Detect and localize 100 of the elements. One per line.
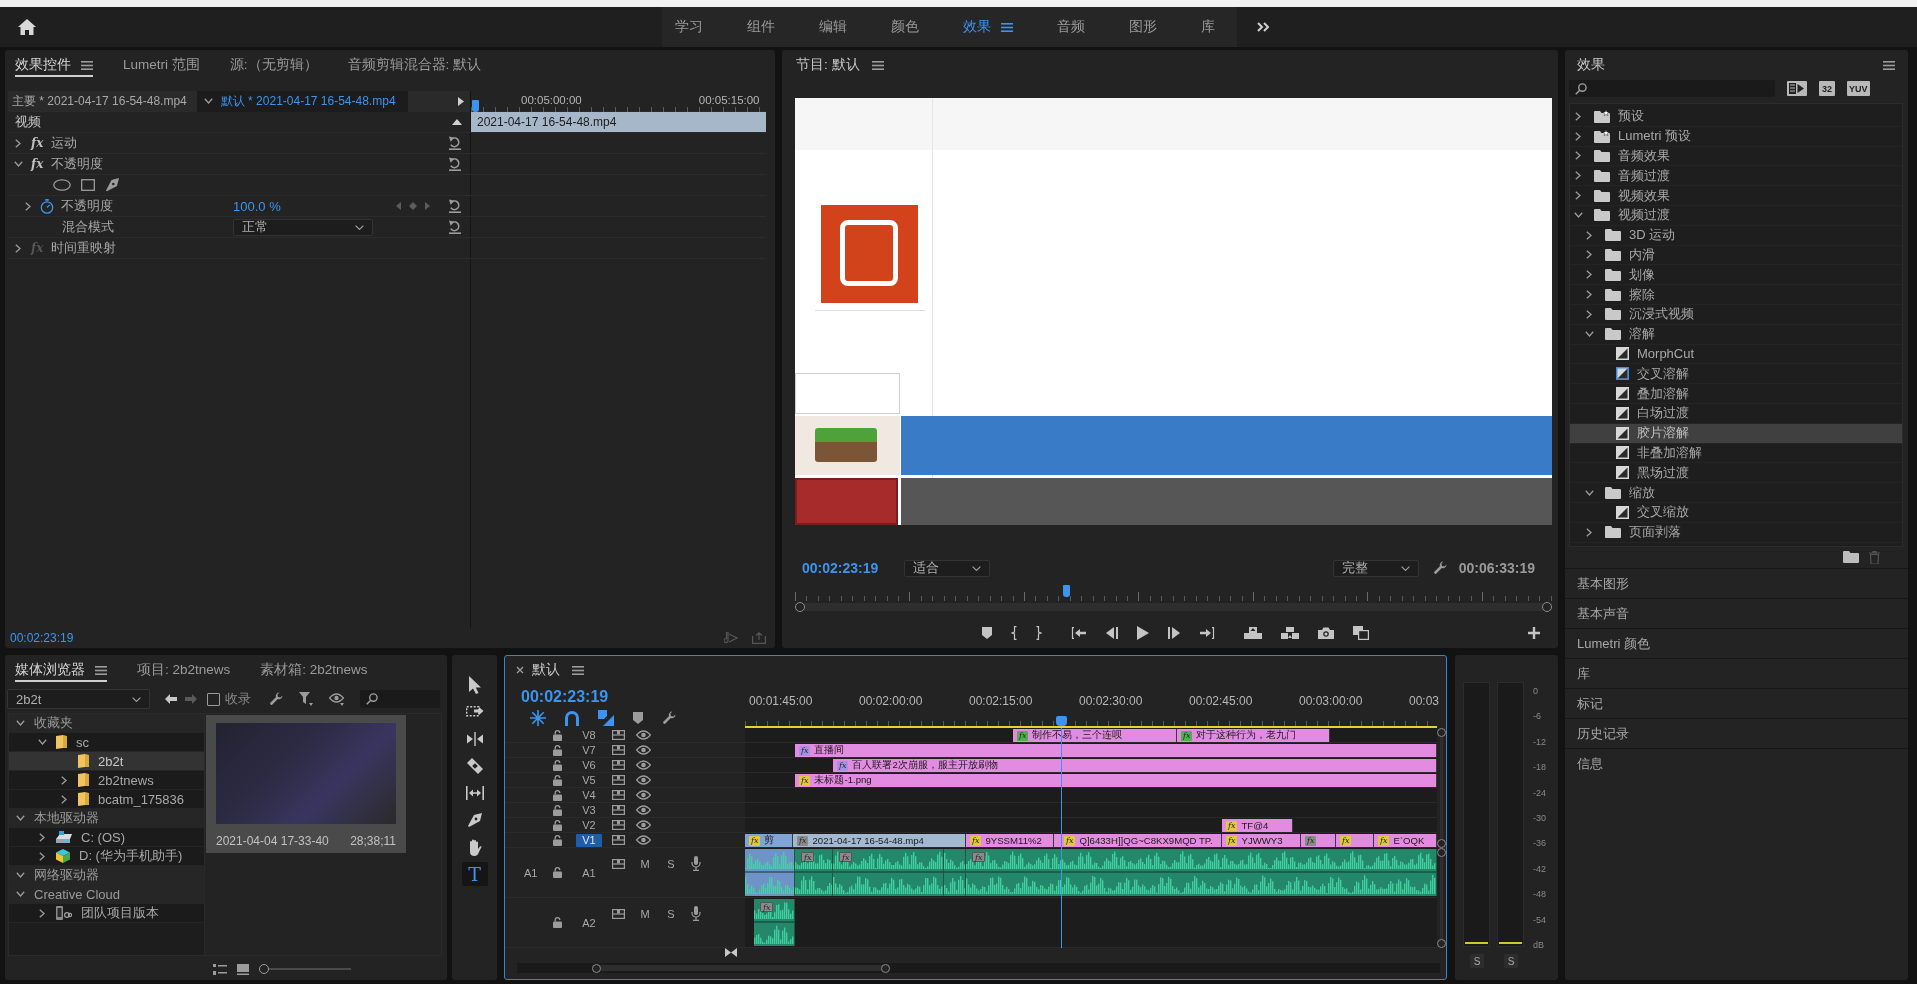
caret-down-icon[interactable] xyxy=(13,161,23,167)
panel-title[interactable]: 效果 xyxy=(1577,56,1605,74)
split-box-icon[interactable] xyxy=(612,775,625,785)
track-label[interactable]: A1 xyxy=(576,866,602,879)
eye-icon[interactable] xyxy=(329,692,344,706)
menu-icon[interactable] xyxy=(1001,22,1013,32)
video-clip[interactable]: fx YJWWY3 xyxy=(1222,834,1301,847)
source-patch[interactable]: A1 xyxy=(505,866,551,879)
caret-right-icon[interactable] xyxy=(1586,230,1592,240)
play-icon[interactable] xyxy=(1137,626,1149,640)
icon-view-icon[interactable] xyxy=(237,963,249,975)
effect-folder[interactable]: Lumetri 预设 xyxy=(1570,126,1902,147)
panel-tab[interactable]: 媒体浏览器 xyxy=(15,658,107,682)
marker-icon[interactable] xyxy=(982,627,992,639)
workspace-tab[interactable]: 颜色 xyxy=(878,7,932,47)
audio-clip[interactable]: fx xyxy=(754,899,795,946)
caret-right-icon[interactable] xyxy=(25,201,31,211)
fx-toggle[interactable]: fx xyxy=(31,136,44,150)
panel-tab[interactable]: 效果控件 xyxy=(15,53,93,77)
asterisk-icon[interactable] xyxy=(530,710,546,726)
transition-item[interactable]: 白场过渡 xyxy=(1570,403,1902,424)
video-clip[interactable]: fx E`OQK xyxy=(1374,834,1437,847)
magnet-icon[interactable] xyxy=(565,710,579,726)
lock-icon[interactable] xyxy=(553,789,562,801)
panel-header[interactable]: 历史记录 xyxy=(1565,718,1908,748)
panel-header[interactable]: 信息 xyxy=(1565,748,1908,778)
audio-clip[interactable] xyxy=(745,849,795,896)
lock-icon[interactable] xyxy=(553,729,562,741)
lock-icon[interactable] xyxy=(553,834,562,846)
camera-icon[interactable] xyxy=(1318,627,1334,639)
caret-right-icon[interactable] xyxy=(1575,151,1581,161)
transition-item[interactable]: 交叉溶解 xyxy=(1570,364,1902,385)
caret-right-icon[interactable] xyxy=(61,794,67,804)
effect-folder[interactable]: 擦除 xyxy=(1570,285,1902,305)
quality-dropdown[interactable]: 完整 xyxy=(1332,559,1419,577)
caret-down-icon[interactable] xyxy=(15,815,25,821)
rectangle-mask-icon[interactable] xyxy=(81,179,95,191)
new-bin-icon[interactable] xyxy=(1843,551,1859,563)
search-field[interactable] xyxy=(360,690,440,708)
effect-folder[interactable]: 音频效果 xyxy=(1570,146,1902,167)
workspace-tab[interactable]: 效果 xyxy=(950,7,1026,47)
wrench-icon[interactable] xyxy=(269,692,283,706)
video-clip[interactable]: fx 9YSSM11%2 xyxy=(966,834,1054,847)
split-box-icon[interactable] xyxy=(612,790,625,800)
caret-right-icon[interactable] xyxy=(1586,290,1592,300)
sequence-clip-dropdown[interactable]: 默认 * 2021-04-17 16-54-48.mp4 xyxy=(196,90,408,112)
track-label[interactable]: V4 xyxy=(576,788,602,802)
mark-in-icon[interactable] xyxy=(1011,626,1017,640)
microphone-icon[interactable] xyxy=(691,856,701,871)
panel-title[interactable]: 节目: 默认 xyxy=(796,56,860,74)
track-label[interactable]: V3 xyxy=(576,803,602,817)
split-box-icon[interactable] xyxy=(612,858,625,869)
effect-folder[interactable]: 音频过渡 xyxy=(1570,166,1902,187)
caret-right-icon[interactable] xyxy=(15,138,21,148)
location-item[interactable]: sc xyxy=(9,733,204,752)
reset-icon[interactable] xyxy=(448,220,462,234)
location-item[interactable]: 2b2tnews xyxy=(9,771,204,790)
panel-tab[interactable]: Lumetri 范围 xyxy=(123,53,200,77)
video-clip[interactable]: fx Q]6433H]]QG~C8KX9MQD TP. xyxy=(1054,834,1222,847)
caret-down-icon[interactable] xyxy=(1584,489,1594,496)
overlap-squares-icon[interactable] xyxy=(1353,626,1369,640)
track-label[interactable]: V6 xyxy=(576,758,602,772)
location-dropdown[interactable]: 2b2t xyxy=(7,689,150,709)
caret-down-icon[interactable] xyxy=(15,872,25,878)
playhead-timecode[interactable]: 00:02:23:19 xyxy=(802,560,879,576)
video-clip[interactable]: fx 直播间 xyxy=(795,744,1437,757)
panel-header[interactable]: 库 xyxy=(1565,658,1908,688)
location-group[interactable]: 本地驱动器 xyxy=(9,809,204,828)
workspace-tab[interactable]: 学习 xyxy=(662,7,716,47)
audio-clip[interactable] xyxy=(944,849,966,896)
split-box-icon[interactable] xyxy=(612,760,625,770)
transition-item[interactable]: 黑场过渡 xyxy=(1570,463,1902,484)
bit-depth-toggle[interactable]: 32 xyxy=(1819,81,1835,96)
search-field[interactable] xyxy=(1569,80,1775,97)
eye-icon[interactable] xyxy=(636,820,651,830)
transition-item[interactable]: 叠加溶解 xyxy=(1570,384,1902,404)
wrench-icon[interactable] xyxy=(1432,561,1447,575)
close-icon[interactable] xyxy=(516,666,524,674)
caret-down-icon[interactable] xyxy=(15,891,25,897)
back-arrow-icon[interactable] xyxy=(165,694,177,704)
stopwatch-icon[interactable] xyxy=(40,198,54,214)
type-tool[interactable]: T xyxy=(461,862,488,886)
panel-header[interactable]: 基本声音 xyxy=(1565,598,1908,628)
caret-right-icon[interactable] xyxy=(15,243,21,253)
location-item[interactable]: D: (华为手机助手) xyxy=(9,847,204,866)
track-label[interactable]: V8 xyxy=(576,728,602,742)
plus-icon[interactable] xyxy=(1528,627,1540,639)
block-down-icon[interactable] xyxy=(1281,627,1299,639)
mute-button[interactable]: M xyxy=(639,857,651,870)
playhead-marker[interactable] xyxy=(1056,716,1067,726)
list-view-icon[interactable] xyxy=(213,963,227,975)
menu-icon[interactable] xyxy=(81,60,93,70)
yuv-toggle[interactable]: YUV xyxy=(1847,81,1870,96)
reset-icon[interactable] xyxy=(448,199,462,213)
playhead-timecode[interactable]: 00:02:23:19 xyxy=(521,687,745,706)
menu-icon[interactable] xyxy=(1883,60,1895,70)
caret-right-icon[interactable] xyxy=(61,775,67,785)
eye-icon[interactable] xyxy=(636,790,651,800)
mark-out-icon[interactable] xyxy=(1036,626,1042,640)
lock-icon[interactable] xyxy=(553,819,562,831)
